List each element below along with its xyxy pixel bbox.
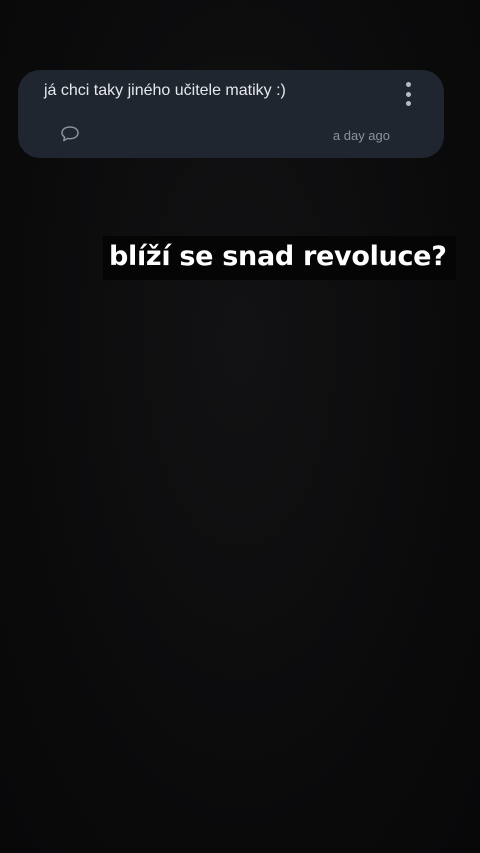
screen: já chci taky jiného učitele matiky :) a …	[0, 0, 480, 853]
speech-bubble-icon[interactable]	[60, 125, 80, 143]
comment-text: já chci taky jiného učitele matiky :)	[44, 82, 286, 99]
overlay-caption: blíží se snad revoluce?	[103, 236, 456, 280]
more-vertical-icon-dot	[405, 101, 411, 106]
comment-card[interactable]: já chci taky jiného učitele matiky :) a …	[18, 70, 444, 158]
more-vertical-icon-dot	[405, 91, 411, 97]
more-options-button[interactable]	[398, 80, 418, 108]
more-vertical-icon	[405, 82, 411, 87]
comment-timestamp: a day ago	[332, 128, 390, 143]
